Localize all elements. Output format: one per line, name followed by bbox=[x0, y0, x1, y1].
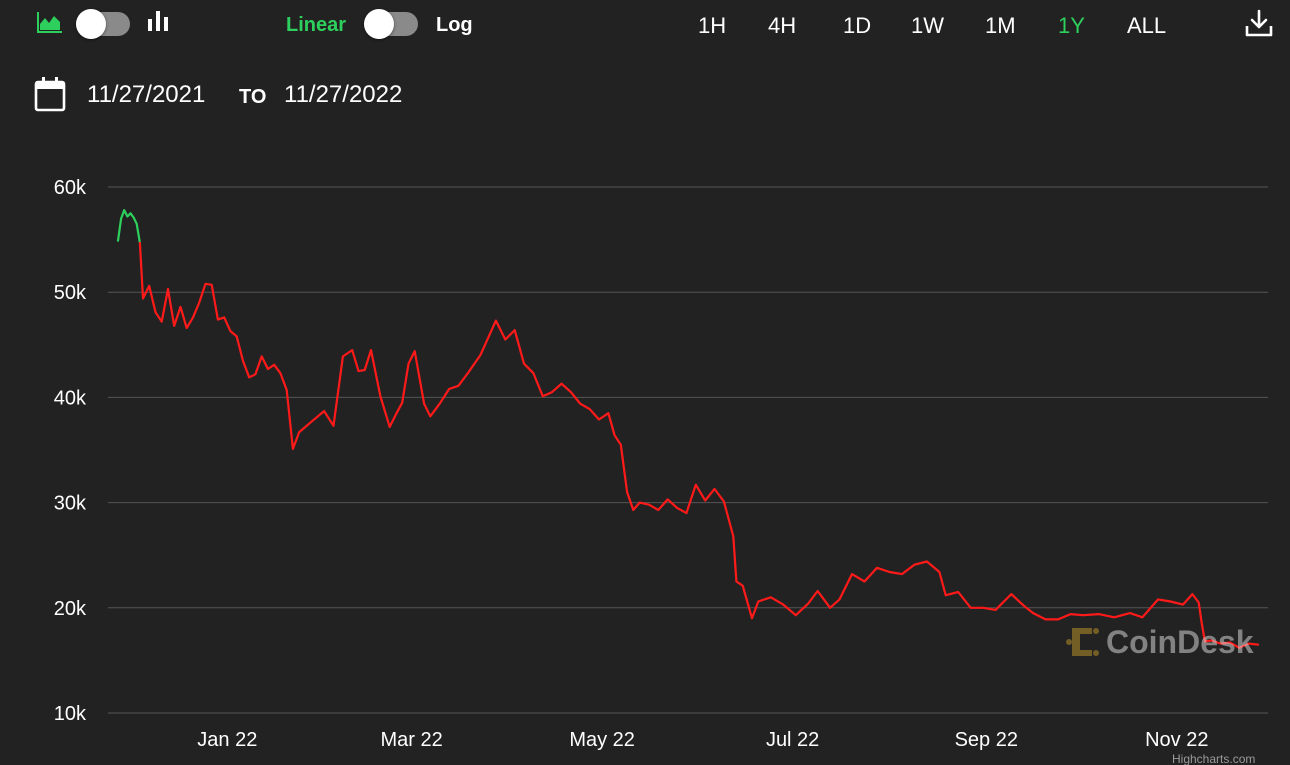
y-tick-label: 60k bbox=[54, 177, 87, 199]
y-tick-label: 40k bbox=[54, 387, 87, 409]
x-tick-label: Jan 22 bbox=[197, 729, 257, 751]
coindesk-watermark: CoinDesk bbox=[1066, 620, 1256, 664]
x-tick-label: Jul 22 bbox=[766, 729, 819, 751]
y-tick-label: 50k bbox=[54, 282, 87, 304]
x-tick-label: Nov 22 bbox=[1145, 729, 1208, 751]
highcharts-credit[interactable]: Highcharts.com bbox=[1172, 752, 1255, 765]
x-tick-label: Sep 22 bbox=[955, 729, 1018, 751]
watermark-text: CoinDesk bbox=[1106, 624, 1254, 660]
y-tick-label: 30k bbox=[54, 493, 87, 515]
coindesk-logo-icon bbox=[1066, 628, 1099, 656]
x-tick-label: Mar 22 bbox=[380, 729, 442, 751]
y-tick-label: 20k bbox=[54, 598, 87, 620]
chart-page: Linear Log 1H 4H 1D 1W 1M 1Y ALL 11/27/2… bbox=[0, 0, 1290, 765]
x-tick-label: May 22 bbox=[569, 729, 635, 751]
price-line-up-segment[interactable] bbox=[116, 209, 141, 244]
y-tick-label: 10k bbox=[54, 703, 87, 725]
price-line-down-segment[interactable] bbox=[138, 241, 1260, 649]
